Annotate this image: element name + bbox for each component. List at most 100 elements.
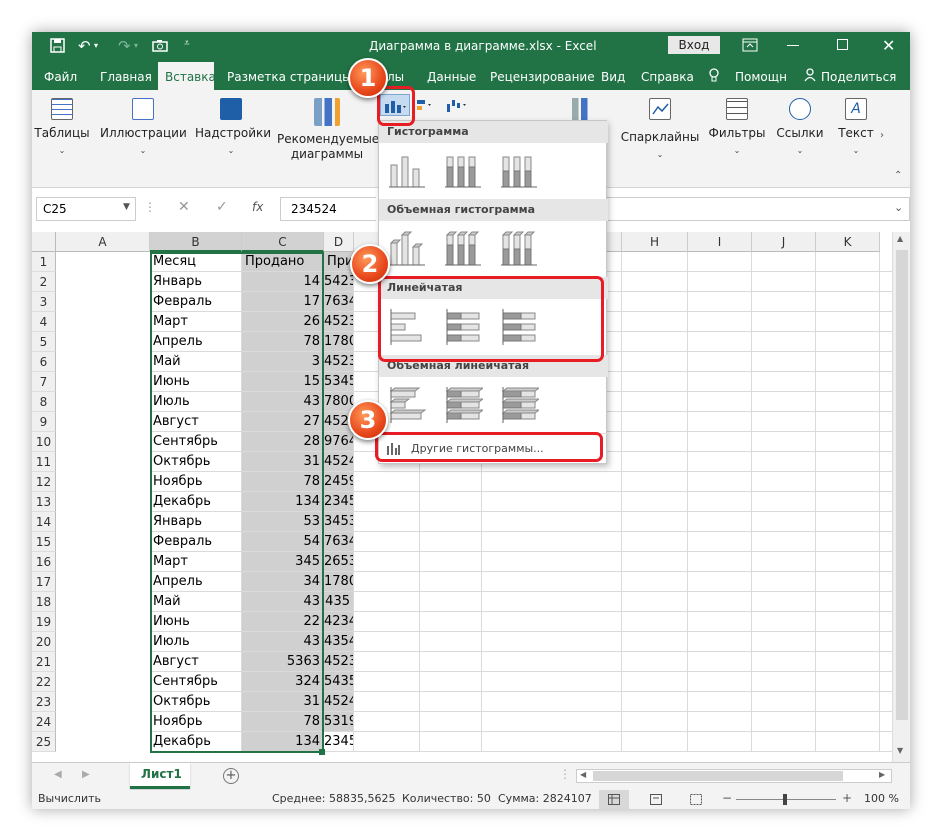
vertical-scrollbar[interactable]: ▲ ▼ bbox=[892, 232, 910, 762]
row-header[interactable]: 2 bbox=[32, 272, 56, 292]
cell[interactable]: Июнь bbox=[150, 612, 242, 632]
cell[interactable]: 2653 bbox=[324, 552, 354, 572]
cell[interactable]: 78 bbox=[242, 332, 324, 352]
cell[interactable]: Март bbox=[150, 312, 242, 332]
cell[interactable]: Август bbox=[150, 412, 242, 432]
menu-help[interactable]: Справка bbox=[641, 70, 694, 84]
row-header[interactable]: 4 bbox=[32, 312, 56, 332]
zoom-in-icon[interactable]: + bbox=[842, 791, 852, 805]
zoom-slider-thumb[interactable] bbox=[783, 794, 787, 805]
cell[interactable]: 31 bbox=[242, 692, 324, 712]
cell[interactable]: Март bbox=[150, 552, 242, 572]
stacked-column-chart-option[interactable] bbox=[443, 151, 483, 191]
column-header-i[interactable]: I bbox=[688, 232, 752, 252]
vertical-scroll-thumb[interactable] bbox=[896, 250, 908, 720]
clustered-3d-bar-chart-option[interactable] bbox=[387, 385, 427, 425]
cell[interactable]: Ноябрь bbox=[150, 712, 242, 732]
menu-file[interactable]: Файл bbox=[44, 70, 77, 84]
cell[interactable]: Продано bbox=[242, 252, 324, 272]
cell[interactable]: 53 bbox=[242, 512, 324, 532]
cell[interactable]: 54 bbox=[242, 532, 324, 552]
fill-handle[interactable] bbox=[319, 749, 325, 755]
100-percent-stacked-3d-column-chart-option[interactable] bbox=[499, 229, 539, 269]
row-header[interactable]: 8 bbox=[32, 392, 56, 412]
formula-input[interactable]: 234524 bbox=[280, 197, 376, 221]
waterfall-chart-icon[interactable] bbox=[446, 98, 476, 112]
zoom-level[interactable]: 100 % bbox=[864, 792, 899, 805]
select-all-corner[interactable] bbox=[32, 232, 56, 252]
menu-tell-me[interactable]: Помощн bbox=[735, 70, 787, 84]
row-header[interactable]: 18 bbox=[32, 592, 56, 612]
cell[interactable]: 345 bbox=[242, 552, 324, 572]
cell[interactable]: 4523 bbox=[324, 352, 354, 372]
cell[interactable]: 234524 bbox=[324, 492, 354, 512]
cell[interactable]: 26 bbox=[242, 312, 324, 332]
cell[interactable]: 17 bbox=[242, 292, 324, 312]
cell[interactable]: 4524 bbox=[324, 452, 354, 472]
row-header[interactable]: 19 bbox=[32, 612, 56, 632]
cell[interactable]: 15 bbox=[242, 372, 324, 392]
cell[interactable]: Февраль bbox=[150, 532, 242, 552]
menu-home[interactable]: Главная bbox=[100, 70, 152, 84]
page-layout-view-icon[interactable] bbox=[650, 794, 662, 805]
horizontal-scrollbar[interactable]: ◀ ▶ bbox=[576, 769, 892, 783]
menu-formulas[interactable]: лы bbox=[387, 70, 404, 84]
cancel-formula-icon[interactable]: ✕ bbox=[178, 199, 190, 215]
hierarchy-chart-icon[interactable] bbox=[416, 98, 446, 112]
cell[interactable]: 76345 bbox=[324, 292, 354, 312]
row-header[interactable]: 15 bbox=[32, 532, 56, 552]
ribbon-display-options-icon[interactable] bbox=[742, 38, 758, 52]
row-header[interactable]: 13 bbox=[32, 492, 56, 512]
tab-splitter-icon[interactable]: ⋮ bbox=[559, 767, 571, 781]
cell[interactable]: Октябрь bbox=[150, 692, 242, 712]
cell[interactable]: 531908 bbox=[324, 712, 354, 732]
name-box[interactable]: C25 ▼ bbox=[36, 197, 136, 221]
customize-toolbar-icon[interactable]: ⩡ bbox=[184, 38, 190, 49]
cell[interactable]: Сентябрь bbox=[150, 672, 242, 692]
menu-share[interactable]: Поделиться bbox=[821, 70, 896, 84]
row-header[interactable]: 16 bbox=[32, 552, 56, 572]
row-header[interactable]: 24 bbox=[32, 712, 56, 732]
column-header-h[interactable]: H bbox=[622, 232, 688, 252]
cell[interactable]: 178000 bbox=[324, 332, 354, 352]
column-header-b[interactable]: B bbox=[150, 232, 242, 252]
cell[interactable]: 45234 bbox=[324, 652, 354, 672]
text-button[interactable]: A Текст ⌄ bbox=[834, 98, 878, 158]
cell[interactable]: 31 bbox=[242, 452, 324, 472]
cell[interactable]: 4524 bbox=[324, 692, 354, 712]
close-icon[interactable]: ✕ bbox=[882, 36, 895, 55]
row-header[interactable]: 25 bbox=[32, 732, 56, 752]
cell[interactable]: 134 bbox=[242, 492, 324, 512]
row-header[interactable]: 6 bbox=[32, 352, 56, 372]
formula-bar-splitter-icon[interactable]: ⋮ bbox=[144, 200, 156, 214]
cell[interactable]: 78 bbox=[242, 472, 324, 492]
formula-input-right[interactable] bbox=[606, 197, 910, 221]
menu-data[interactable]: Данные bbox=[427, 70, 476, 84]
lightbulb-icon[interactable] bbox=[709, 68, 719, 83]
cell[interactable]: 43 bbox=[242, 592, 324, 612]
add-sheet-icon[interactable]: + bbox=[223, 768, 239, 784]
addins-button[interactable]: Надстройки ⌄ bbox=[195, 98, 271, 158]
scroll-left-icon[interactable]: ◀ bbox=[580, 770, 586, 779]
zoom-out-icon[interactable]: − bbox=[722, 791, 732, 805]
cell[interactable]: 53452 bbox=[324, 372, 354, 392]
cell[interactable]: 22 bbox=[242, 612, 324, 632]
signin-button[interactable]: Вход bbox=[668, 36, 720, 54]
cell[interactable]: Апрель bbox=[150, 332, 242, 352]
cell[interactable]: Месяц bbox=[150, 252, 242, 272]
cell[interactable]: 324 bbox=[242, 672, 324, 692]
scroll-down-icon[interactable]: ▼ bbox=[897, 746, 903, 755]
clustered-3d-column-chart-option[interactable] bbox=[387, 229, 427, 269]
cell[interactable]: Июль bbox=[150, 392, 242, 412]
recommended-charts-button[interactable]: Рекомендуемые диаграммы bbox=[277, 98, 379, 162]
horizontal-scroll-thumb[interactable] bbox=[593, 771, 843, 781]
illustrations-button[interactable]: Иллюстрации ⌄ bbox=[100, 98, 187, 158]
row-header[interactable]: 11 bbox=[32, 452, 56, 472]
row-header[interactable]: 20 bbox=[32, 632, 56, 652]
cell[interactable]: 76345 bbox=[324, 532, 354, 552]
cell[interactable]: Июль bbox=[150, 632, 242, 652]
maximize-icon[interactable] bbox=[837, 39, 848, 50]
cell[interactable]: 43 bbox=[242, 632, 324, 652]
cell[interactable]: Январь bbox=[150, 272, 242, 292]
cell[interactable]: Август bbox=[150, 652, 242, 672]
